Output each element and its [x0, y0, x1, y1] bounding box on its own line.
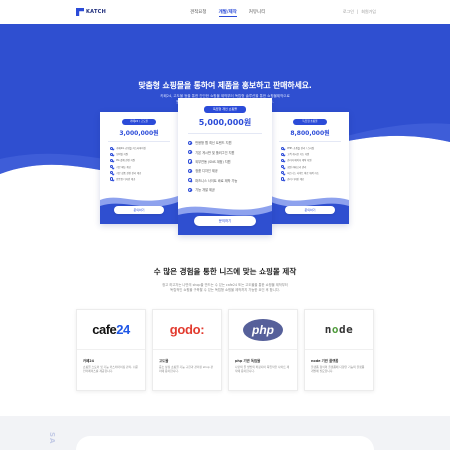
- tech-card-cafe24[interactable]: cafe24 카페24 쇼핑몰 스토어 및 기능 커스터마이징 관리, 쉬운 인…: [76, 309, 146, 391]
- tech-description: 나만의 몰 방법의 확장되어 독립적인 사이트 제작에 용이합니다.: [235, 365, 290, 374]
- pricing-card-independent-personal: 독립형 개인 쇼핑몰 5,000,000원 반응형 웹 최신 트렌드 지원 기본…: [178, 98, 272, 235]
- feature-item: 기능 개발 제공: [188, 185, 272, 194]
- inquiry-button[interactable]: 문의하기: [114, 206, 164, 214]
- check-icon: [281, 165, 285, 169]
- check-icon: [188, 159, 193, 164]
- signup-link[interactable]: 회원가입: [361, 9, 376, 15]
- brand-logo[interactable]: KATCH: [76, 8, 106, 16]
- bottom-vertical-text: SA: [48, 432, 56, 445]
- divider: [188, 133, 262, 134]
- plan-badge: 카페24 / 고도몰: [122, 119, 156, 125]
- nav-item-estimate[interactable]: 견적요청: [190, 9, 207, 17]
- plan-price: 3,000,000원: [119, 130, 159, 137]
- tech-card-node[interactable]: node node 기반 플랫폼 플랫폼 형식의 플랫폼에 다양한 기능의 플랫…: [304, 309, 374, 391]
- auth-links: 로그인 | 회원가입: [342, 9, 376, 15]
- plan-price: 5,000,000원: [198, 118, 252, 127]
- plan-badge: 독립형 개인 쇼핑몰: [204, 106, 246, 113]
- check-icon: [110, 165, 114, 169]
- section-description: 정고 하고자는 나만의 shop을 만드는 수 있는 cafe24 또는 고도몰…: [162, 283, 288, 292]
- main-nav: 견적요청 개발/제작 커뮤니티: [190, 9, 265, 17]
- divider: [108, 141, 170, 142]
- check-icon: [188, 187, 193, 192]
- check-icon: [281, 177, 285, 181]
- check-icon: [188, 149, 193, 155]
- top-header: KATCH 견적요청 개발/제작 커뮤니티 로그인 | 회원가입: [0, 0, 450, 24]
- tech-description: 플랫폼 형식의 플랫폼에 다양한 기능의 플랫폼 개발에 필요합니다.: [311, 365, 365, 374]
- check-icon: [110, 171, 114, 175]
- tech-name: 고도몰: [159, 359, 169, 363]
- feature-list: 반응형 웹 최신 트렌드 지원 기본 게시판 및 플러그인 지원 외부연동 (S…: [178, 138, 272, 194]
- tech-name: node 기반 플랫폼: [311, 359, 339, 363]
- check-icon: [110, 177, 114, 181]
- tech-description: 쇼핑몰 스토어 및 기능 커스터마이징 관리, 쉬운 인터페이스를 제공합니다.: [83, 365, 139, 374]
- nav-item-community[interactable]: 커뮤니티: [249, 9, 266, 17]
- check-icon: [281, 158, 285, 163]
- check-icon: [281, 152, 285, 156]
- check-icon: [281, 146, 285, 150]
- plan-price: 8,800,000원: [290, 130, 330, 137]
- check-icon: [281, 171, 285, 175]
- feature-item: 관리 디자인 제공: [281, 176, 349, 182]
- bottom-content-card: [76, 436, 374, 450]
- feature-item: 반응형 웹 최신 트렌드 지원: [188, 138, 272, 147]
- cafe24-logo: cafe24: [77, 310, 145, 350]
- nav-item-development[interactable]: 개발/제작: [218, 9, 237, 17]
- section-title: 수 많은 경험을 통한 니즈에 맞는 쇼핑몰 제작: [153, 267, 297, 276]
- brand-logo-text: KATCH: [86, 9, 107, 15]
- check-icon: [188, 168, 193, 173]
- php-logo: php: [229, 310, 297, 350]
- pricing-card-cafe24: 카페24 / 고도몰 3,000,000원 카페24, 쇼핑몰 커스터마이징 모…: [100, 112, 178, 224]
- plan-badge: 독립형 쇼핑몰: [293, 119, 327, 125]
- tech-name: php 기반 독립몰: [235, 359, 261, 363]
- hero-title: 맞춤형 쇼핑몰을 통하여 제품을 홍보하고 판매하세요.: [138, 81, 312, 90]
- check-icon: [110, 158, 114, 163]
- tech-name: 카페24: [83, 359, 94, 363]
- inquiry-button[interactable]: 문의하기: [194, 216, 256, 226]
- feature-item: 퍼즈니스 사이트 바로 제작 가능: [188, 176, 272, 185]
- login-link[interactable]: 로그인: [343, 9, 354, 15]
- feature-item: 정품 디자인 제공: [188, 166, 272, 175]
- feature-item: 반응형 디자인 제공: [110, 176, 178, 182]
- feature-item: 기본 게시판 및 플러그인 지원: [188, 147, 272, 156]
- tech-card-php[interactable]: php php 기반 독립몰 나만의 몰 방법의 확장되어 독립적인 사이트 제…: [228, 309, 298, 391]
- check-icon: [110, 152, 114, 156]
- check-icon: [188, 140, 193, 145]
- feature-item: 외부연동 (SNS 계정) 지원: [188, 157, 272, 166]
- node-logo: node: [305, 310, 373, 350]
- pricing-card-independent: 독립형 쇼핑몰 8,800,000원 PHP, 쇼핑몰 관리 / 스타일 고객 …: [271, 112, 349, 224]
- check-icon: [188, 178, 193, 183]
- tech-description: 중소 상점 쇼핑몰 기능 구현과 관리된 shop 관리에 용이합니다.: [159, 365, 214, 374]
- feature-list: PHP, 쇼핑몰 관리 / 스타일 고객 게시판 기능 지원 관리자 페이지 제…: [271, 145, 349, 182]
- check-icon: [110, 146, 114, 150]
- feature-list: 카페24, 쇼핑몰 커스터마이징 모바일 지원 PG 결제 관련 지원 기본 메…: [100, 145, 178, 182]
- inquiry-button[interactable]: 문의하기: [285, 206, 335, 214]
- brand-logo-icon: [76, 8, 84, 16]
- tech-card-godo[interactable]: godo: 고도몰 중소 상점 쇼핑몰 기능 구현과 관리된 shop 관리에 …: [152, 309, 222, 391]
- divider: [279, 141, 341, 142]
- godo-logo: godo:: [153, 310, 221, 350]
